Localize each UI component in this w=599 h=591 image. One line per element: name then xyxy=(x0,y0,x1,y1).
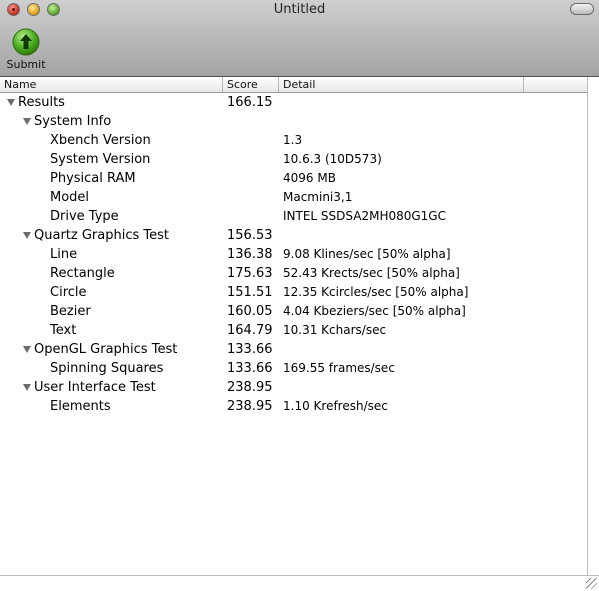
row-score: 133.66 xyxy=(227,361,273,376)
row-name: Xbench Version xyxy=(50,133,151,148)
row-detail: 4096 MB xyxy=(283,171,336,185)
column-header-name[interactable]: Name xyxy=(0,77,223,92)
disclosure-triangle-icon[interactable] xyxy=(23,346,31,353)
toolbar-toggle-button[interactable] xyxy=(570,3,594,15)
row-detail: 1.10 Krefresh/sec xyxy=(283,399,388,413)
row-detail: 169.55 frames/sec xyxy=(283,361,395,375)
outline-row[interactable]: Model Macmini3,1 xyxy=(0,188,587,207)
outline-row[interactable]: Text 164.79 10.31 Kchars/sec xyxy=(0,321,587,340)
row-detail: 9.08 Klines/sec [50% alpha] xyxy=(283,247,451,261)
row-name: Spinning Squares xyxy=(50,361,164,376)
row-detail: 1.3 xyxy=(283,133,303,147)
column-header-detail[interactable]: Detail xyxy=(279,77,524,92)
outline-group-row[interactable]: System Info xyxy=(0,112,587,131)
submit-label: Submit xyxy=(6,58,46,71)
outline-row[interactable]: Rectangle 175.63 52.43 Krects/sec [50% alp… xyxy=(0,264,587,283)
resize-grip-icon[interactable] xyxy=(586,578,597,589)
row-name: Quartz Graphics Test xyxy=(34,228,169,243)
row-score: 156.53 xyxy=(227,228,273,243)
outline-group-row[interactable]: Results 166.15 xyxy=(0,93,587,112)
row-score: 166.15 xyxy=(227,95,273,110)
outline-row[interactable]: Spinning Squares 133.66 169.55 frames/sec xyxy=(0,359,587,378)
row-detail: 52.43 Krects/sec [50% alpha] xyxy=(283,266,460,280)
outline-row[interactable]: System Version 10.6.3 (10D573) xyxy=(0,150,587,169)
row-name: Results xyxy=(18,95,65,110)
row-score: 175.63 xyxy=(227,266,273,281)
horizontal-scrollbar[interactable] xyxy=(0,575,599,591)
row-detail: INTEL SSDSA2MH080G1GC xyxy=(283,209,446,223)
row-score: 238.95 xyxy=(227,399,273,414)
row-name: Model xyxy=(50,190,90,205)
outline-row[interactable]: Elements 238.95 1.10 Krefresh/sec xyxy=(0,397,587,416)
row-detail: 12.35 Kcircles/sec [50% alpha] xyxy=(283,285,469,299)
submit-button[interactable]: Submit xyxy=(4,28,48,74)
row-name: Line xyxy=(50,247,78,262)
outline-group-row[interactable]: User Interface Test 238.95 xyxy=(0,378,587,397)
outline-row[interactable]: Xbench Version 1.3 xyxy=(0,131,587,150)
column-header-empty xyxy=(524,77,587,92)
row-score: 164.79 xyxy=(227,323,273,338)
row-score: 238.95 xyxy=(227,380,273,395)
row-detail: 10.31 Kchars/sec xyxy=(283,323,387,337)
row-score: 136.38 xyxy=(227,247,273,262)
outline-row[interactable]: Line 136.38 9.08 Klines/sec [50% alpha] xyxy=(0,245,587,264)
row-score: 151.51 xyxy=(227,285,273,300)
outline-row[interactable]: Bezier 160.05 4.04 Kbeziers/sec [50% alpha… xyxy=(0,302,587,321)
row-name: System Info xyxy=(34,114,112,129)
disclosure-triangle-icon[interactable] xyxy=(23,118,31,125)
window-title: Untitled xyxy=(273,2,326,17)
window-toolbar: Untitled Submit xyxy=(0,0,599,77)
row-name: Rectangle xyxy=(50,266,115,281)
vertical-scrollbar[interactable] xyxy=(587,77,599,575)
disclosure-triangle-icon[interactable] xyxy=(7,99,15,106)
row-detail: Macmini3,1 xyxy=(283,190,353,204)
results-outline: Results 166.15 System Info Xbench Version 1.… xyxy=(0,93,587,416)
disclosure-triangle-icon[interactable] xyxy=(23,384,31,391)
row-score: 160.05 xyxy=(227,304,273,319)
row-name: OpenGL Graphics Test xyxy=(34,342,178,357)
row-name: Circle xyxy=(50,285,87,300)
row-name: User Interface Test xyxy=(34,380,156,395)
table-header: Name Score Detail xyxy=(0,77,587,93)
outline-group-row[interactable]: OpenGL Graphics Test 133.66 xyxy=(0,340,587,359)
row-name: Bezier xyxy=(50,304,91,319)
outline-row[interactable]: Physical RAM 4096 MB xyxy=(0,169,587,188)
outline-group-row[interactable]: Quartz Graphics Test 156.53 xyxy=(0,226,587,245)
disclosure-triangle-icon[interactable] xyxy=(23,232,31,239)
row-name: Text xyxy=(50,323,77,338)
row-name: Physical RAM xyxy=(50,171,136,186)
row-name: System Version xyxy=(50,152,151,167)
column-header-score[interactable]: Score xyxy=(223,77,279,92)
up-arrow-icon xyxy=(12,28,40,56)
row-score: 133.66 xyxy=(227,342,273,357)
row-detail: 10.6.3 (10D573) xyxy=(283,152,382,166)
row-name: Elements xyxy=(50,399,111,414)
outline-row[interactable]: Drive Type INTEL SSDSA2MH080G1GC xyxy=(0,207,587,226)
row-name: Drive Type xyxy=(50,209,119,224)
outline-row[interactable]: Circle 151.51 12.35 Kcircles/sec [50% alph… xyxy=(0,283,587,302)
row-detail: 4.04 Kbeziers/sec [50% alpha] xyxy=(283,304,466,318)
